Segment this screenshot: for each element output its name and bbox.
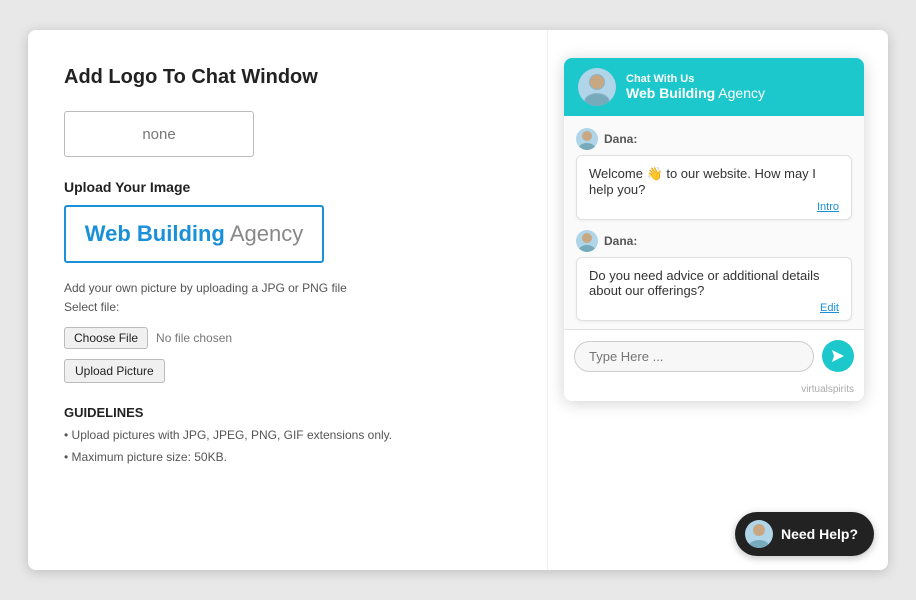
choose-file-button[interactable]: Choose File <box>64 327 148 349</box>
sender-name-2: Dana: <box>604 234 637 248</box>
message-link-1[interactable]: Intro <box>589 201 839 213</box>
guidelines-title: GUIDELINES <box>64 405 511 420</box>
sender-avatar-2 <box>576 230 598 252</box>
guidelines-list: Upload pictures with JPG, JPEG, PNG, GIF… <box>64 425 511 468</box>
chat-bubble-2: Do you need advice or additional details… <box>576 257 852 321</box>
chat-message-block: Dana: Do you need advice or additional d… <box>576 230 852 321</box>
logo-none-text: none <box>142 126 175 143</box>
chat-header: Chat With Us Web Building Agency <box>564 58 864 116</box>
main-container: Add Logo To Chat Window none Upload Your… <box>28 30 888 570</box>
logo-image-preview: Web Building Agency <box>64 205 324 263</box>
upload-picture-button[interactable]: Upload Picture <box>64 359 165 383</box>
chat-message-block: Dana: Welcome 👋 to our website. How may … <box>576 128 852 220</box>
logo-none-preview: none <box>64 111 254 157</box>
guideline-item-1: Upload pictures with JPG, JPEG, PNG, GIF… <box>64 425 511 447</box>
chat-bubble-1: Welcome 👋 to our website. How may I help… <box>576 155 852 220</box>
need-help-label: Need Help? <box>781 526 858 542</box>
sender-name-1: Dana: <box>604 132 637 146</box>
upload-instructions: Add your own picture by uploading a JPG … <box>64 279 511 317</box>
chat-input-row <box>564 329 864 382</box>
need-help-icon <box>745 520 773 548</box>
upload-label: Upload Your Image <box>64 179 511 195</box>
message-text-1: Welcome 👋 to our website. How may I help… <box>589 166 816 197</box>
sender-row: Dana: <box>576 128 852 150</box>
send-icon <box>830 348 846 364</box>
chat-footer: virtualspirits <box>564 382 864 401</box>
instructions-line1: Add your own picture by uploading a JPG … <box>64 281 347 295</box>
chat-brand: Web Building Agency <box>626 85 765 101</box>
guideline-item-2: Maximum picture size: 50KB. <box>64 447 511 469</box>
chat-send-button[interactable] <box>822 340 854 372</box>
page-title: Add Logo To Chat Window <box>64 66 511 89</box>
need-help-bubble[interactable]: Need Help? <box>735 512 874 556</box>
file-input-row: Choose File No file chosen <box>64 327 511 349</box>
left-panel: Add Logo To Chat Window none Upload Your… <box>28 30 548 570</box>
footer-brand: virtualspirits <box>801 384 854 395</box>
chat-widget: Chat With Us Web Building Agency <box>564 58 864 401</box>
instructions-line2: Select file: <box>64 300 119 314</box>
sender-avatar <box>576 128 598 150</box>
chat-with-us-label: Chat With Us <box>626 73 765 85</box>
logo-bold-text: Web Building <box>85 221 225 247</box>
chat-input[interactable] <box>574 341 814 372</box>
chat-messages-area: Dana: Welcome 👋 to our website. How may … <box>564 116 864 329</box>
logo-regular-text: Agency <box>230 221 303 247</box>
avatar <box>578 68 616 106</box>
no-file-text: No file chosen <box>156 331 232 345</box>
right-panel: Chat With Us Web Building Agency <box>548 30 888 570</box>
chat-header-text: Chat With Us Web Building Agency <box>626 73 765 101</box>
message-text-2: Do you need advice or additional details… <box>589 268 820 298</box>
message-link-2[interactable]: Edit <box>589 302 839 314</box>
sender-row-2: Dana: <box>576 230 852 252</box>
